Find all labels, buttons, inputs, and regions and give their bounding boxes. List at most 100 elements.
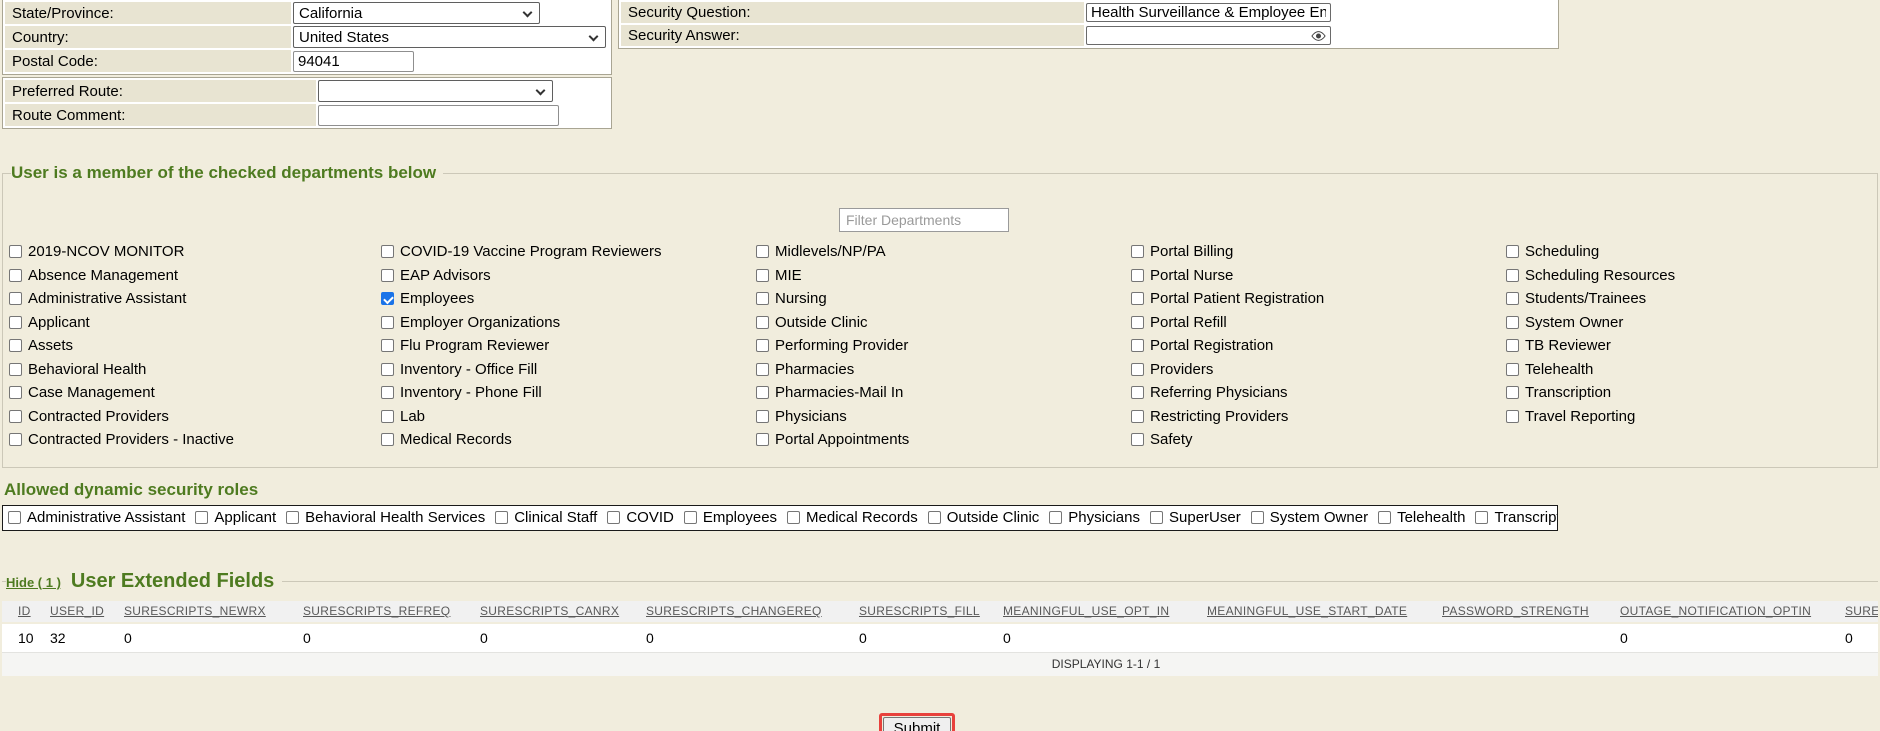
state-province-select[interactable]: California bbox=[293, 2, 540, 24]
dept-checkbox-portal-patient-registration[interactable]: Portal Patient Registration bbox=[1131, 287, 1506, 311]
column-header-meaningful-use-opt-in[interactable]: MEANINGFUL_USE_OPT_IN bbox=[1003, 601, 1207, 623]
dept-checkbox-providers[interactable]: Providers bbox=[1131, 358, 1506, 382]
dept-checkbox-safety[interactable]: Safety bbox=[1131, 428, 1506, 452]
dept-checkbox-absence-management[interactable]: Absence Management bbox=[9, 264, 381, 288]
checkbox-unchecked-icon[interactable] bbox=[9, 292, 22, 305]
checkbox-unchecked-icon[interactable] bbox=[381, 269, 394, 282]
route-comment-input[interactable] bbox=[318, 105, 559, 126]
dept-checkbox-covid-19-vaccine-program-reviewers[interactable]: COVID-19 Vaccine Program Reviewers bbox=[381, 240, 756, 264]
dept-checkbox-lab[interactable]: Lab bbox=[381, 405, 756, 429]
checkbox-unchecked-icon[interactable] bbox=[9, 363, 22, 376]
checkbox-unchecked-icon[interactable] bbox=[756, 292, 769, 305]
checkbox-unchecked-icon[interactable] bbox=[9, 316, 22, 329]
dept-checkbox-mie[interactable]: MIE bbox=[756, 264, 1131, 288]
checkbox-unchecked-icon[interactable] bbox=[607, 511, 620, 524]
security-question-input[interactable] bbox=[1086, 3, 1331, 22]
checkbox-unchecked-icon[interactable] bbox=[756, 363, 769, 376]
dept-checkbox-contracted-providers-inactive[interactable]: Contracted Providers - Inactive bbox=[9, 428, 381, 452]
dept-checkbox-tb-reviewer[interactable]: TB Reviewer bbox=[1506, 334, 1877, 358]
checkbox-unchecked-icon[interactable] bbox=[1506, 316, 1519, 329]
checkbox-unchecked-icon[interactable] bbox=[9, 433, 22, 446]
column-header-password-strength[interactable]: PASSWORD_STRENGTH bbox=[1442, 601, 1620, 623]
dept-checkbox-2019-ncov-monitor[interactable]: 2019-NCOV MONITOR bbox=[9, 240, 381, 264]
eye-icon[interactable] bbox=[1311, 29, 1326, 43]
checkbox-unchecked-icon[interactable] bbox=[1506, 410, 1519, 423]
dept-checkbox-administrative-assistant[interactable]: Administrative Assistant bbox=[9, 287, 381, 311]
checkbox-unchecked-icon[interactable] bbox=[756, 245, 769, 258]
checkbox-unchecked-icon[interactable] bbox=[1131, 269, 1144, 282]
column-header-surescripts-refreq[interactable]: SURESCRIPTS_REFREQ bbox=[303, 601, 480, 623]
dept-checkbox-outside-clinic[interactable]: Outside Clinic bbox=[756, 311, 1131, 335]
role-checkbox-administrative-assistant[interactable]: Administrative Assistant bbox=[8, 506, 185, 530]
role-checkbox-outside-clinic[interactable]: Outside Clinic bbox=[928, 506, 1040, 530]
dept-checkbox-restricting-providers[interactable]: Restricting Providers bbox=[1131, 405, 1506, 429]
checkbox-unchecked-icon[interactable] bbox=[756, 316, 769, 329]
dept-checkbox-scheduling-resources[interactable]: Scheduling Resources bbox=[1506, 264, 1877, 288]
dept-checkbox-travel-reporting[interactable]: Travel Reporting bbox=[1506, 405, 1877, 429]
dept-checkbox-employees[interactable]: Employees bbox=[381, 287, 756, 311]
role-checkbox-medical-records[interactable]: Medical Records bbox=[787, 506, 918, 530]
checkbox-unchecked-icon[interactable] bbox=[381, 410, 394, 423]
filter-departments-input[interactable] bbox=[839, 208, 1009, 232]
checkbox-unchecked-icon[interactable] bbox=[1506, 339, 1519, 352]
dept-checkbox-employer-organizations[interactable]: Employer Organizations bbox=[381, 311, 756, 335]
submit-button[interactable]: Submit bbox=[883, 717, 952, 731]
security-answer-input[interactable] bbox=[1086, 26, 1331, 45]
checkbox-unchecked-icon[interactable] bbox=[381, 316, 394, 329]
dept-checkbox-eap-advisors[interactable]: EAP Advisors bbox=[381, 264, 756, 288]
checkbox-unchecked-icon[interactable] bbox=[381, 386, 394, 399]
checkbox-unchecked-icon[interactable] bbox=[1506, 363, 1519, 376]
dept-checkbox-pharmacies[interactable]: Pharmacies bbox=[756, 358, 1131, 382]
checkbox-unchecked-icon[interactable] bbox=[9, 339, 22, 352]
dept-checkbox-portal-appointments[interactable]: Portal Appointments bbox=[756, 428, 1131, 452]
checkbox-unchecked-icon[interactable] bbox=[381, 339, 394, 352]
checkbox-unchecked-icon[interactable] bbox=[1251, 511, 1264, 524]
dept-checkbox-physicians[interactable]: Physicians bbox=[756, 405, 1131, 429]
dept-checkbox-assets[interactable]: Assets bbox=[9, 334, 381, 358]
role-checkbox-applicant[interactable]: Applicant bbox=[195, 506, 276, 530]
column-header-surescripts-changereq[interactable]: SURESCRIPTS_CHANGEREQ bbox=[646, 601, 859, 623]
checkbox-unchecked-icon[interactable] bbox=[1150, 511, 1163, 524]
column-header-surescripts-canrx[interactable]: SURESCRIPTS_CANRX bbox=[480, 601, 646, 623]
dept-checkbox-system-owner[interactable]: System Owner bbox=[1506, 311, 1877, 335]
checkbox-unchecked-icon[interactable] bbox=[1506, 245, 1519, 258]
column-header-sure[interactable]: SURE bbox=[1845, 601, 1878, 623]
checkbox-unchecked-icon[interactable] bbox=[1131, 292, 1144, 305]
dept-checkbox-transcription[interactable]: Transcription bbox=[1506, 381, 1877, 405]
column-header-user-id[interactable]: USER_ID bbox=[50, 601, 124, 623]
preferred-route-select[interactable] bbox=[318, 80, 553, 102]
checkbox-unchecked-icon[interactable] bbox=[756, 433, 769, 446]
dept-checkbox-portal-registration[interactable]: Portal Registration bbox=[1131, 334, 1506, 358]
dept-checkbox-students-trainees[interactable]: Students/Trainees bbox=[1506, 287, 1877, 311]
dept-checkbox-midlevels-np-pa[interactable]: Midlevels/NP/PA bbox=[756, 240, 1131, 264]
checkbox-unchecked-icon[interactable] bbox=[1506, 269, 1519, 282]
dept-checkbox-inventory-office-fill[interactable]: Inventory - Office Fill bbox=[381, 358, 756, 382]
postal-code-input[interactable] bbox=[293, 51, 414, 72]
role-checkbox-transcription[interactable]: Transcription bbox=[1475, 506, 1558, 530]
role-checkbox-covid[interactable]: COVID bbox=[607, 506, 674, 530]
dept-checkbox-scheduling[interactable]: Scheduling bbox=[1506, 240, 1877, 264]
role-checkbox-superuser[interactable]: SuperUser bbox=[1150, 506, 1241, 530]
dept-checkbox-referring-physicians[interactable]: Referring Physicians bbox=[1131, 381, 1506, 405]
checkbox-unchecked-icon[interactable] bbox=[381, 245, 394, 258]
checkbox-unchecked-icon[interactable] bbox=[381, 433, 394, 446]
checkbox-unchecked-icon[interactable] bbox=[756, 386, 769, 399]
dept-checkbox-inventory-phone-fill[interactable]: Inventory - Phone Fill bbox=[381, 381, 756, 405]
checkbox-unchecked-icon[interactable] bbox=[8, 511, 21, 524]
checkbox-unchecked-icon[interactable] bbox=[1475, 511, 1488, 524]
hide-link[interactable]: Hide ( 1 ) bbox=[6, 575, 61, 590]
dept-checkbox-medical-records[interactable]: Medical Records bbox=[381, 428, 756, 452]
country-select[interactable]: United States bbox=[293, 26, 606, 48]
checkbox-unchecked-icon[interactable] bbox=[1131, 316, 1144, 329]
checkbox-unchecked-icon[interactable] bbox=[1131, 386, 1144, 399]
dept-checkbox-pharmacies-mail-in[interactable]: Pharmacies-Mail In bbox=[756, 381, 1131, 405]
checkbox-unchecked-icon[interactable] bbox=[1378, 511, 1391, 524]
role-checkbox-system-owner[interactable]: System Owner bbox=[1251, 506, 1368, 530]
checkbox-unchecked-icon[interactable] bbox=[1131, 245, 1144, 258]
column-header-surescripts-newrx[interactable]: SURESCRIPTS_NEWRX bbox=[124, 601, 303, 623]
checkbox-unchecked-icon[interactable] bbox=[1506, 386, 1519, 399]
dept-checkbox-portal-nurse[interactable]: Portal Nurse bbox=[1131, 264, 1506, 288]
checkbox-unchecked-icon[interactable] bbox=[9, 410, 22, 423]
dept-checkbox-contracted-providers[interactable]: Contracted Providers bbox=[9, 405, 381, 429]
column-header-surescripts-fill[interactable]: SURESCRIPTS_FILL bbox=[859, 601, 1003, 623]
